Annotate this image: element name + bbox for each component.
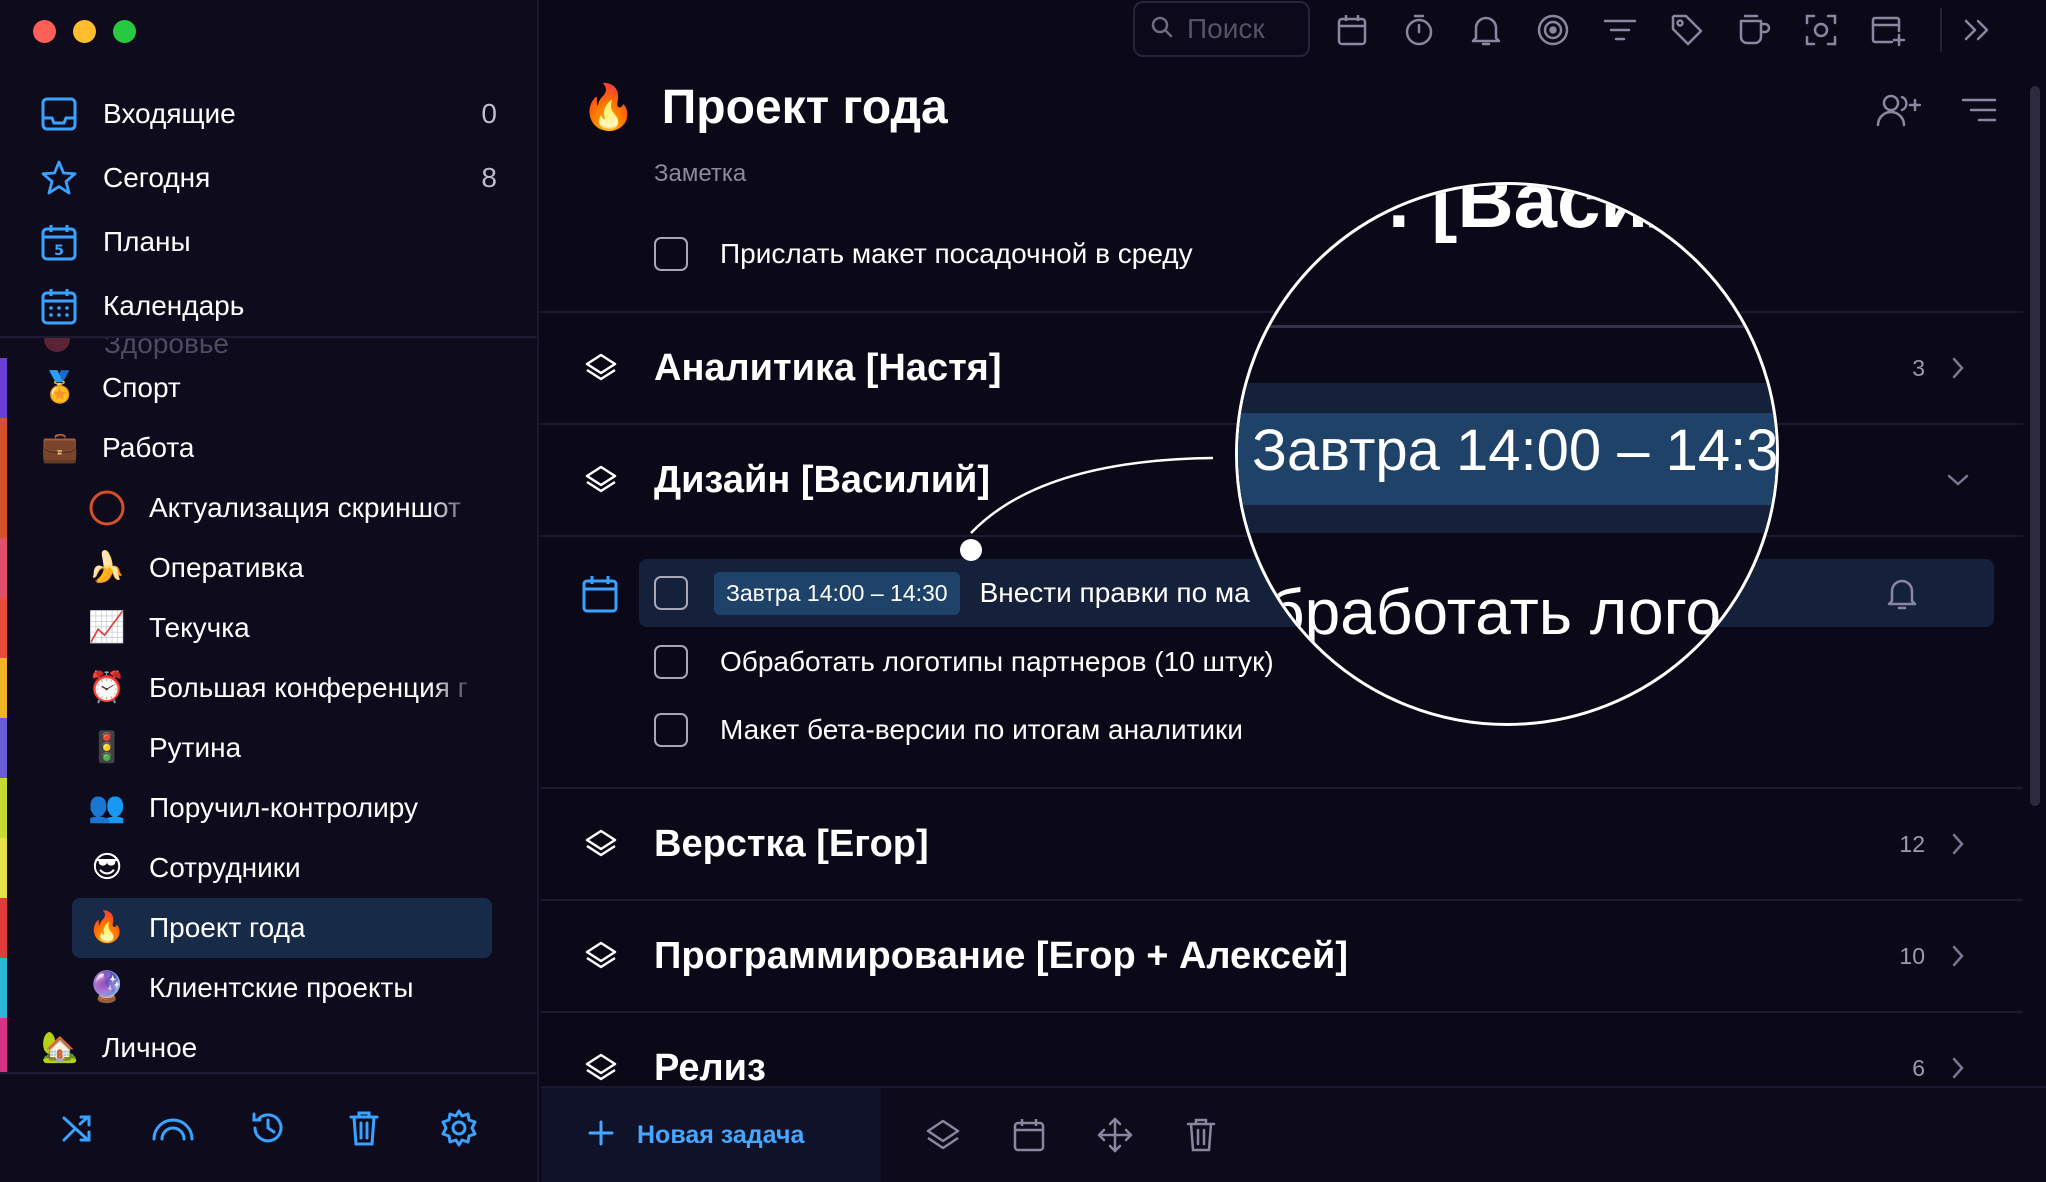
sidebar-item-inbox[interactable]: Входящие 0 [0,82,537,146]
inbox-icon [40,95,78,133]
sidebar-item-label: Календарь [103,290,245,321]
calendar-icon[interactable] [1007,1113,1051,1157]
move-icon[interactable] [1093,1113,1137,1157]
inbox-count: 0 [481,98,497,129]
sidebar-item-label: Сотрудники [149,852,301,883]
sidebar-item-work[interactable]: 💼 Работа [40,418,194,478]
color-bar [0,598,7,658]
trash-icon[interactable] [342,1106,386,1150]
sidebar-item-sport[interactable]: 🏅 Спорт [40,358,181,418]
sidebar-item-label: Поручил-контролиру [149,792,419,823]
heart-icon [44,338,70,352]
history-icon[interactable] [246,1106,290,1150]
star-icon [40,159,78,197]
plus-icon [587,1119,615,1152]
house-garden-icon: 🏡 [41,1031,79,1064]
sidebar-footer [0,1072,537,1182]
sidebar-item-routine[interactable]: 🚦 Рутина [87,718,241,778]
color-bar [0,418,7,478]
sidebar-item-employees[interactable]: 😎 Сотрудники [87,838,301,898]
sidebar-nav: Входящие 0 Сегодня 8 5 Планы Календарь [0,82,537,338]
sidebar-item-meeting[interactable]: 🍌 Оперативка [87,538,304,598]
shuffle-icon[interactable] [56,1106,100,1150]
sidebar-item-conference[interactable]: ⏰ Большая конференция г [87,658,479,718]
briefcase-icon: 💼 [41,431,79,464]
banana-icon: 🍌 [88,551,126,584]
progress-ring-icon [87,488,127,528]
sidebar-item-label: Текучка [149,612,250,643]
color-bar [0,538,7,598]
medal-icon: 🏅 [41,371,79,404]
color-bar [0,778,7,838]
sidebar-item-label: Личное [102,1032,198,1063]
settings-icon[interactable] [437,1106,481,1150]
sidebar-item-health[interactable]: Здоровье [104,338,229,360]
sidebar-item-routine-tasks[interactable]: 📈 Текучка [87,598,250,658]
color-bar [0,1018,7,1073]
window-controls [33,20,136,43]
sidebar-item-label: Оперативка [149,552,304,583]
calendar-grid-icon [40,287,78,325]
sidebar-item-label: Рутина [149,732,242,763]
close-window-button[interactable] [33,20,56,43]
chart-up-icon: 📈 [88,611,126,644]
zoom-window-button[interactable] [113,20,136,43]
color-bar [0,478,7,538]
traffic-light-icon: 🚦 [88,731,126,764]
color-bar [0,718,7,778]
fire-icon: 🔥 [88,911,126,944]
color-bar [0,958,7,1018]
magnified-group-title: . [Васил [1388,182,1698,244]
alarm-clock-icon: ⏰ [88,671,126,704]
main-content: Поиск 🔥 Проект года Заметка Прислать мак… [541,0,2046,1182]
color-bar [0,358,7,418]
sidebar-item-today[interactable]: Сегодня 8 [0,146,537,210]
sidebar-item-plans[interactable]: 5 Планы [0,210,537,274]
zoom-magnifier: . [Васил Завтра 14:00 – 14:30 бработать … [1235,182,1779,726]
project-tree: Здоровье 🏅 Спорт 💼 Работа Актуализация с… [0,338,537,1073]
people-icon: 👥 [88,791,126,824]
minimize-window-button[interactable] [73,20,96,43]
sidebar-item-label: Спорт [102,372,181,403]
sidebar-item-label: Работа [102,432,195,463]
sunglasses-face-icon: 😎 [91,851,123,884]
sidebar-item-personal[interactable]: 🏡 Личное [40,1018,197,1073]
app-window: Входящие 0 Сегодня 8 5 Планы Календарь З… [0,0,2046,1182]
today-count: 8 [481,162,497,193]
magnified-time-text: Завтра 14:00 – 14:30 [1252,418,1779,483]
svg-text:5: 5 [54,243,64,259]
sidebar-item-label: Клиентские проекты [149,972,414,1003]
bottom-toolbar: Новая задача [541,1086,2046,1182]
sidebar-item-label: Сегодня [103,162,211,193]
sidebar-item-project-of-year[interactable]: 🔥 Проект года [72,898,492,958]
plans-calendar-icon: 5 [40,223,78,261]
sidebar-item-label: Проект года [149,912,306,943]
sidebar-item-client-projects[interactable]: 🔮 Клиентские проекты [87,958,413,1018]
sidebar-item-label: Актуализация скриншот [149,492,461,523]
sidebar: Входящие 0 Сегодня 8 5 Планы Календарь З… [0,0,539,1182]
color-bar [0,658,7,718]
color-bar [0,898,7,958]
magnified-task-text: бработать лого [1268,576,1722,648]
sidebar-item-delegated[interactable]: 👥 Поручил-контролиру [87,778,469,838]
sidebar-item-label: Планы [103,226,191,257]
sidebar-item-screenshots[interactable]: Актуализация скриншот [87,478,479,538]
layers-icon[interactable] [921,1113,965,1157]
sidebar-item-calendar[interactable]: Календарь [0,274,537,338]
new-task-label: Новая задача [637,1120,805,1149]
rainbow-icon[interactable] [151,1106,195,1150]
sidebar-item-label: Входящие [103,98,236,129]
crystal-ball-icon: 🔮 [88,971,126,1004]
trash-icon[interactable] [1179,1113,1223,1157]
color-bar [0,838,7,898]
magnified-divider [1238,325,1776,328]
sidebar-item-label: Большая конференция г [149,672,468,703]
new-task-button[interactable]: Новая задача [541,1088,881,1182]
